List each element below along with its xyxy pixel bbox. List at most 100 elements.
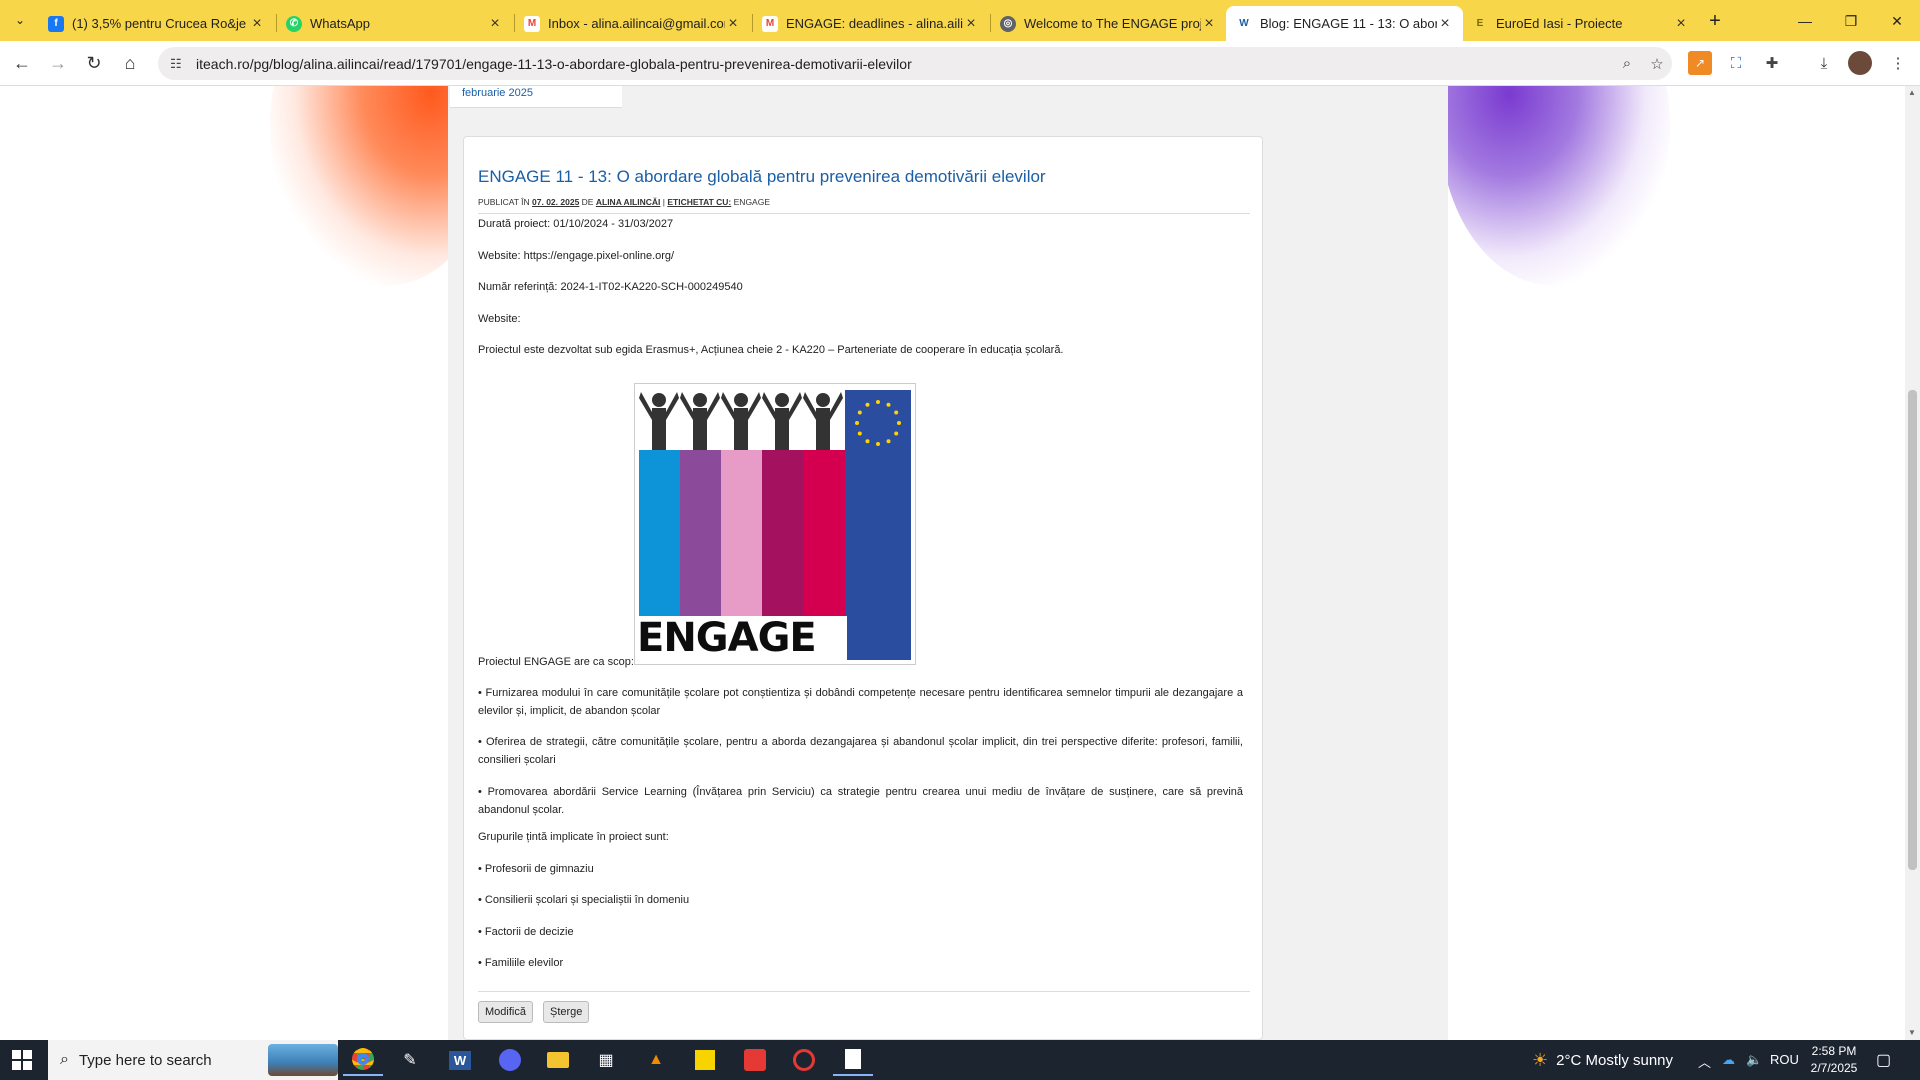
close-icon[interactable]: ×: [1201, 15, 1217, 33]
meta-author-link[interactable]: ALINA AILINCĂI: [596, 197, 661, 207]
post-website: Website: https://engage.pixel-online.org…: [478, 250, 675, 262]
close-icon[interactable]: ×: [725, 15, 741, 33]
people-figures-icon: [639, 392, 843, 450]
archive-month-link[interactable]: februarie 2025: [462, 87, 533, 99]
volume-icon[interactable]: 🔈: [1746, 1052, 1762, 1068]
forward-arrow-icon[interactable]: →: [44, 49, 72, 77]
taskbar-app-icon[interactable]: [784, 1044, 824, 1076]
clock-time: 2:58 PM: [1811, 1044, 1857, 1058]
delete-button[interactable]: Șterge: [543, 1001, 590, 1023]
taskbar-chrome-icon[interactable]: [343, 1044, 383, 1076]
euroed-icon: E: [1472, 15, 1488, 32]
taskbar-anydesk-icon[interactable]: [735, 1044, 775, 1076]
iteach-icon: W: [1236, 15, 1252, 32]
taskbar-clock[interactable]: 2:58 PM 2/7/2025: [1806, 1043, 1862, 1077]
post-title[interactable]: ENGAGE 11 - 13: O abordare globală pentr…: [478, 167, 1046, 187]
close-icon[interactable]: ×: [249, 15, 265, 33]
post-bullet-3: • Promovarea abordării Service Learning …: [478, 786, 1243, 816]
blog-post: ENGAGE 11 - 13: O abordare globală pentr…: [463, 136, 1263, 1040]
scroll-down-arrow-icon[interactable]: ▼: [1908, 1028, 1916, 1037]
notifications-icon[interactable]: ▢: [1876, 1050, 1891, 1070]
tab-gmail-engage[interactable]: M ENGAGE: deadlines - alina.ailincai ×: [752, 6, 989, 41]
tab-strip: ⌄ f (1) 3,5% pentru Crucea Ro&je × ✆ Wha…: [0, 0, 1920, 41]
tab-gmail-inbox[interactable]: M Inbox - alina.ailincai@gmail.com ×: [514, 6, 751, 41]
taskbar-notepad-icon[interactable]: [833, 1044, 873, 1076]
bookmark-star-icon[interactable]: ☆: [1642, 55, 1672, 73]
tab-title: Welcome to The ENGAGE project: [1024, 16, 1201, 31]
close-icon[interactable]: ×: [487, 15, 503, 33]
input-language[interactable]: ROU: [1770, 1052, 1799, 1067]
divider: [478, 213, 1250, 214]
edit-button[interactable]: Modifică: [478, 1001, 533, 1023]
taskbar-word-icon[interactable]: W: [440, 1044, 480, 1076]
close-icon[interactable]: ×: [1437, 15, 1453, 33]
home-icon[interactable]: ⌂: [116, 49, 144, 77]
taskbar-discord-icon[interactable]: [490, 1044, 530, 1076]
zoom-icon[interactable]: ⌕: [1612, 55, 1642, 72]
close-window-button[interactable]: ✕: [1874, 6, 1920, 36]
archive-sidebar-card: februarie 2025: [450, 86, 622, 108]
site-info-icon[interactable]: ☷: [170, 56, 186, 72]
tab-title: ENGAGE: deadlines - alina.ailincai: [786, 16, 963, 31]
windows-taskbar: ⌕ Type here to search ✎ W ▦ ▲ ☀ 2°C Most…: [0, 1040, 1920, 1080]
windows-start-icon[interactable]: [12, 1050, 32, 1070]
weather-text: 2°C Mostly sunny: [1556, 1051, 1674, 1069]
screen-capture-icon[interactable]: ⛶: [1724, 51, 1748, 75]
scroll-up-arrow-icon[interactable]: ▲: [1908, 88, 1916, 97]
close-icon[interactable]: ×: [963, 15, 979, 33]
post-meta: PUBLICAT ÎN 07. 02. 2025 DE ALINA AILINC…: [478, 197, 770, 207]
taskbar-paint-icon[interactable]: ✎: [390, 1044, 430, 1076]
taskbar-calculator-icon[interactable]: ▦: [586, 1044, 626, 1076]
facebook-icon: f: [48, 15, 64, 32]
meta-tagged-label: ETICHETAT CU:: [667, 197, 732, 207]
tray-chevron-icon[interactable]: ︿: [1698, 1052, 1711, 1071]
post-scope: Proiectul ENGAGE are ca scop:: [478, 656, 634, 668]
clock-date: 2/7/2025: [1810, 1061, 1858, 1075]
meta-date-link[interactable]: 07. 02. 2025: [532, 197, 579, 207]
post-duration: Durată proiect: 01/10/2024 - 31/03/2027: [478, 218, 674, 230]
taskbar-sticky-notes-icon[interactable]: [685, 1044, 725, 1076]
profile-avatar[interactable]: [1848, 51, 1872, 75]
search-highlight-image: [268, 1044, 338, 1076]
tab-title: Blog: ENGAGE 11 - 13: O abordare: [1260, 16, 1437, 31]
post-bullet-1: • Furnizarea modului în care comunitățil…: [478, 687, 1243, 717]
taskbar-search-box[interactable]: ⌕ Type here to search: [48, 1040, 338, 1080]
tab-facebook[interactable]: f (1) 3,5% pentru Crucea Ro&je ×: [38, 6, 275, 41]
address-bar[interactable]: ☷ iteach.ro/pg/blog/alina.ailincai/read/…: [158, 47, 1672, 80]
tab-engage-welcome[interactable]: ◎ Welcome to The ENGAGE project ×: [990, 6, 1227, 41]
meta-published-label: PUBLICAT ÎN: [478, 197, 530, 207]
page-scrollbar[interactable]: ▲ ▼: [1905, 86, 1920, 1040]
post-bullet-2: • Oferirea de strategii, către comunităț…: [478, 736, 1243, 766]
onedrive-cloud-icon[interactable]: ☁: [1722, 1052, 1735, 1068]
restore-button[interactable]: ❐: [1828, 6, 1874, 36]
divider: [478, 991, 1250, 992]
extension-chart-icon[interactable]: ↗: [1688, 51, 1712, 75]
download-icon[interactable]: ⤓: [1812, 51, 1836, 75]
menu-kebab-icon[interactable]: ⋮: [1886, 51, 1910, 75]
meta-tag-link[interactable]: ENGAGE: [734, 197, 770, 207]
scrollbar-thumb[interactable]: [1908, 390, 1917, 870]
url-text[interactable]: iteach.ro/pg/blog/alina.ailincai/read/17…: [196, 56, 1612, 72]
gmail-icon: M: [762, 15, 778, 32]
weather-sun-icon: ☀: [1532, 1049, 1549, 1070]
reload-icon[interactable]: ↻: [80, 49, 108, 77]
tab-whatsapp[interactable]: ✆ WhatsApp ×: [276, 6, 513, 41]
post-groups: Grupurile țintă implicate în proiect sun…: [478, 831, 669, 843]
taskbar-file-explorer-icon[interactable]: [538, 1044, 578, 1076]
meta-separator: |: [662, 197, 665, 207]
weather-widget[interactable]: ☀ 2°C Mostly sunny: [1532, 1040, 1673, 1080]
extensions-puzzle-icon[interactable]: ✚: [1760, 51, 1784, 75]
globe-icon: ◎: [1000, 15, 1016, 32]
new-tab-button[interactable]: +: [1702, 8, 1728, 34]
minimize-button[interactable]: —: [1782, 6, 1828, 36]
page-viewport: februarie 2025 ENGAGE 11 - 13: O abordar…: [0, 86, 1905, 1040]
taskbar-vlc-icon[interactable]: ▲: [636, 1044, 676, 1076]
browser-toolbar: ← → ↻ ⌂ ☷ iteach.ro/pg/blog/alina.ailinc…: [0, 41, 1920, 86]
tab-blog-engage[interactable]: W Blog: ENGAGE 11 - 13: O abordare ×: [1226, 6, 1463, 41]
meta-by-label: DE: [581, 197, 594, 207]
tab-euroed[interactable]: E EuroEd Iasi - Proiecte ×: [1462, 6, 1699, 41]
tab-title: (1) 3,5% pentru Crucea Ro&je: [72, 16, 247, 31]
close-icon[interactable]: ×: [1673, 15, 1689, 33]
tab-search-chevron-icon[interactable]: ⌄: [8, 8, 32, 32]
back-arrow-icon[interactable]: ←: [8, 49, 36, 77]
